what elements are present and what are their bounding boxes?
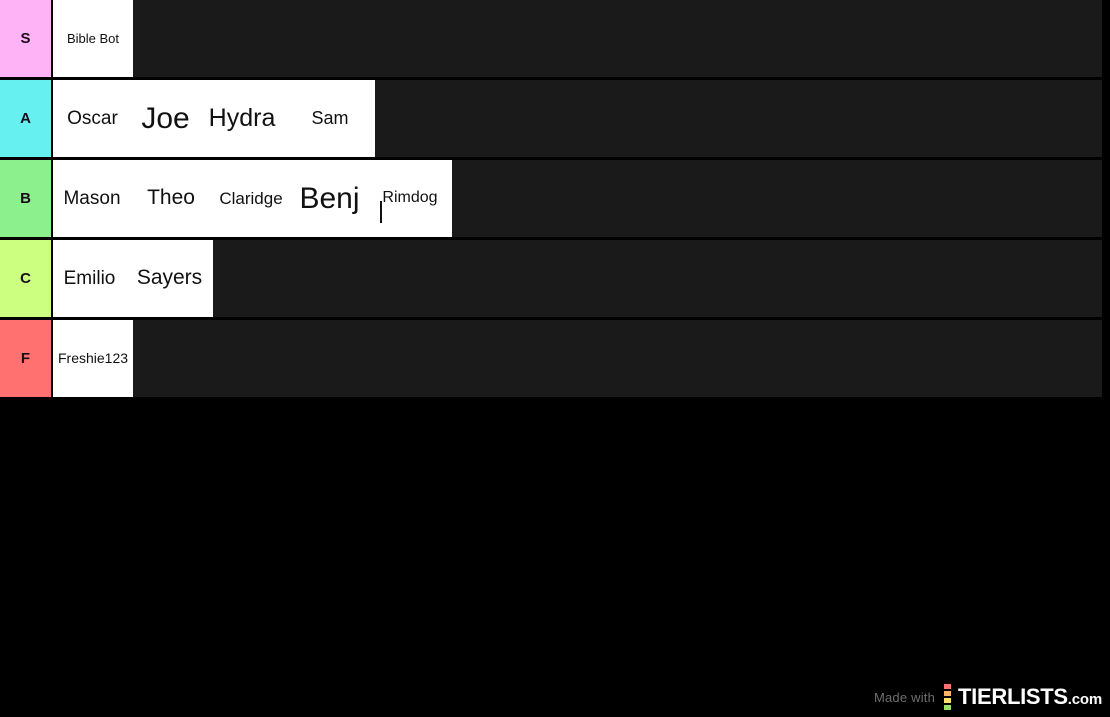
logo-square: [944, 691, 952, 696]
tier-item[interactable]: Joe: [132, 80, 199, 157]
tier-row-a: A Oscar Joe Hydra Sam: [0, 80, 1102, 160]
made-with-label: Made with: [873, 689, 936, 705]
tier-item-label: Oscar: [67, 107, 118, 129]
tier-items-f[interactable]: Freshie123: [53, 320, 1102, 397]
brand-name: TIERLISTS: [958, 684, 1068, 709]
tier-items-s[interactable]: Bible Bot: [53, 0, 1102, 77]
tier-items-b[interactable]: Mason Theo Claridge Benj Rimdog: [53, 160, 1102, 237]
tierlists-logo-icon: [944, 683, 952, 711]
tier-items-c[interactable]: Emilio Sayers: [53, 240, 1102, 317]
tier-item-label: Claridge: [219, 188, 283, 208]
tier-item[interactable]: Hydra: [199, 80, 285, 157]
tierlists-brand-text: TIERLISTS.com: [958, 686, 1102, 708]
tier-label-b[interactable]: B: [0, 160, 53, 237]
logo-square: [944, 684, 952, 689]
tier-label-c[interactable]: C: [0, 240, 53, 317]
tier-label-f[interactable]: F: [0, 320, 53, 397]
tierlists-watermark[interactable]: Made with TIERLISTS.com: [874, 683, 1102, 711]
text-cursor: [380, 200, 382, 223]
tier-label-a[interactable]: A: [0, 80, 53, 157]
tier-item[interactable]: Freshie123: [53, 320, 133, 397]
brand-domain: .com: [1067, 691, 1102, 708]
tier-item[interactable]: Bible Bot: [53, 0, 133, 77]
tier-item[interactable]: Rimdog: [368, 160, 452, 237]
tier-item[interactable]: Benj: [291, 160, 368, 237]
tier-item[interactable]: Emilio: [53, 240, 126, 317]
tier-item-label: Hydra: [208, 104, 276, 133]
tier-items-a[interactable]: Oscar Joe Hydra Sam: [53, 80, 1102, 157]
tier-item-label: Rimdog: [382, 189, 438, 207]
tier-item-label: Freshie123: [57, 350, 129, 367]
tier-row-f: F Freshie123: [0, 320, 1102, 400]
logo-square: [944, 698, 952, 703]
tier-item-label: Bible Bot: [66, 30, 120, 46]
tier-item[interactable]: Sayers: [126, 240, 213, 317]
tier-item[interactable]: Oscar: [53, 80, 132, 157]
tier-item[interactable]: Sam: [285, 80, 375, 157]
logo-square: [944, 705, 952, 710]
tier-item-label: Emilio: [63, 267, 116, 289]
tier-item-label: Sayers: [136, 266, 203, 290]
tier-item[interactable]: Claridge: [211, 160, 291, 237]
tier-list: S Bible Bot A Oscar Joe Hydra Sam B Mason Theo Cla…: [0, 0, 1102, 400]
tier-item-label: Sam: [311, 108, 349, 129]
tier-row-c: C Emilio Sayers: [0, 240, 1102, 320]
tier-item[interactable]: Theo: [131, 160, 211, 237]
tier-label-s[interactable]: S: [0, 0, 53, 77]
tier-item-label: Mason: [63, 187, 121, 209]
tier-row-b: B Mason Theo Claridge Benj Rimdog: [0, 160, 1102, 240]
tier-row-s: S Bible Bot: [0, 0, 1102, 80]
tier-item[interactable]: Mason: [53, 160, 131, 237]
tier-item-label: Benj: [299, 181, 360, 215]
tier-item-label: Joe: [141, 101, 190, 135]
tier-item-label: Theo: [147, 186, 195, 210]
